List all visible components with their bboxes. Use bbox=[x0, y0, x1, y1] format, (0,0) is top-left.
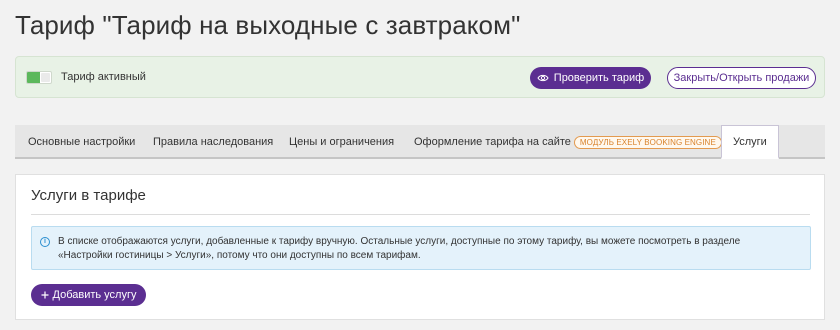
tab-site-appearance[interactable]: Оформление тарифа на сайте МОДУЛЬ EXELY … bbox=[414, 125, 722, 159]
info-line: В списке отображаются услуги, добавленны… bbox=[58, 236, 741, 247]
active-toggle[interactable] bbox=[26, 71, 52, 84]
tab-label: Оформление тарифа на сайте bbox=[414, 136, 571, 148]
info-line: «Настройки гостиницы > Услуги», потому ч… bbox=[58, 250, 421, 261]
tab-services[interactable]: Услуги bbox=[721, 125, 779, 159]
tab-label: Правила наследования bbox=[153, 136, 274, 148]
info-alert: i В списке отображаются услуги, добавлен… bbox=[31, 226, 811, 270]
add-service-button[interactable]: Добавить услугу bbox=[31, 284, 146, 306]
plus-icon bbox=[41, 291, 48, 299]
services-panel: Услуги в тарифе i В списке отображаются … bbox=[15, 174, 825, 320]
tab-label: Основные настройки bbox=[28, 136, 136, 148]
tariff-tabs: Основные настройки Правила наследования … bbox=[15, 125, 825, 159]
tab-label: Цены и ограничения bbox=[289, 136, 395, 148]
tab-inheritance-rules[interactable]: Правила наследования bbox=[153, 125, 273, 159]
booking-engine-badge: МОДУЛЬ EXELY BOOKING ENGINE bbox=[573, 135, 722, 149]
tab-basic-settings[interactable]: Основные настройки bbox=[28, 125, 135, 159]
check-tariff-button[interactable]: Проверить тариф bbox=[530, 67, 651, 89]
toggle-on-fill bbox=[27, 72, 40, 83]
services-title: Услуги в тарифе bbox=[31, 187, 146, 204]
toggle-knob bbox=[41, 73, 50, 82]
tab-prices-restrictions[interactable]: Цены и ограничения bbox=[289, 125, 394, 159]
page-title: Тариф "Тариф на выходные с завтраком" bbox=[15, 10, 521, 40]
eye-icon bbox=[537, 74, 549, 82]
info-icon: i bbox=[40, 237, 50, 247]
toggle-sales-button[interactable]: Закрыть/Открыть продажи bbox=[667, 67, 816, 89]
info-text: В списке отображаются услуги, добавленны… bbox=[58, 235, 798, 263]
add-service-label: Добавить услугу bbox=[52, 289, 137, 301]
tab-label: Услуги bbox=[733, 135, 767, 148]
check-tariff-label: Проверить тариф bbox=[553, 72, 645, 84]
tariff-status-bar: Тариф активный Проверить тариф Закрыть/О… bbox=[15, 56, 825, 98]
active-status-label: Тариф активный bbox=[61, 71, 146, 83]
divider bbox=[31, 214, 810, 215]
